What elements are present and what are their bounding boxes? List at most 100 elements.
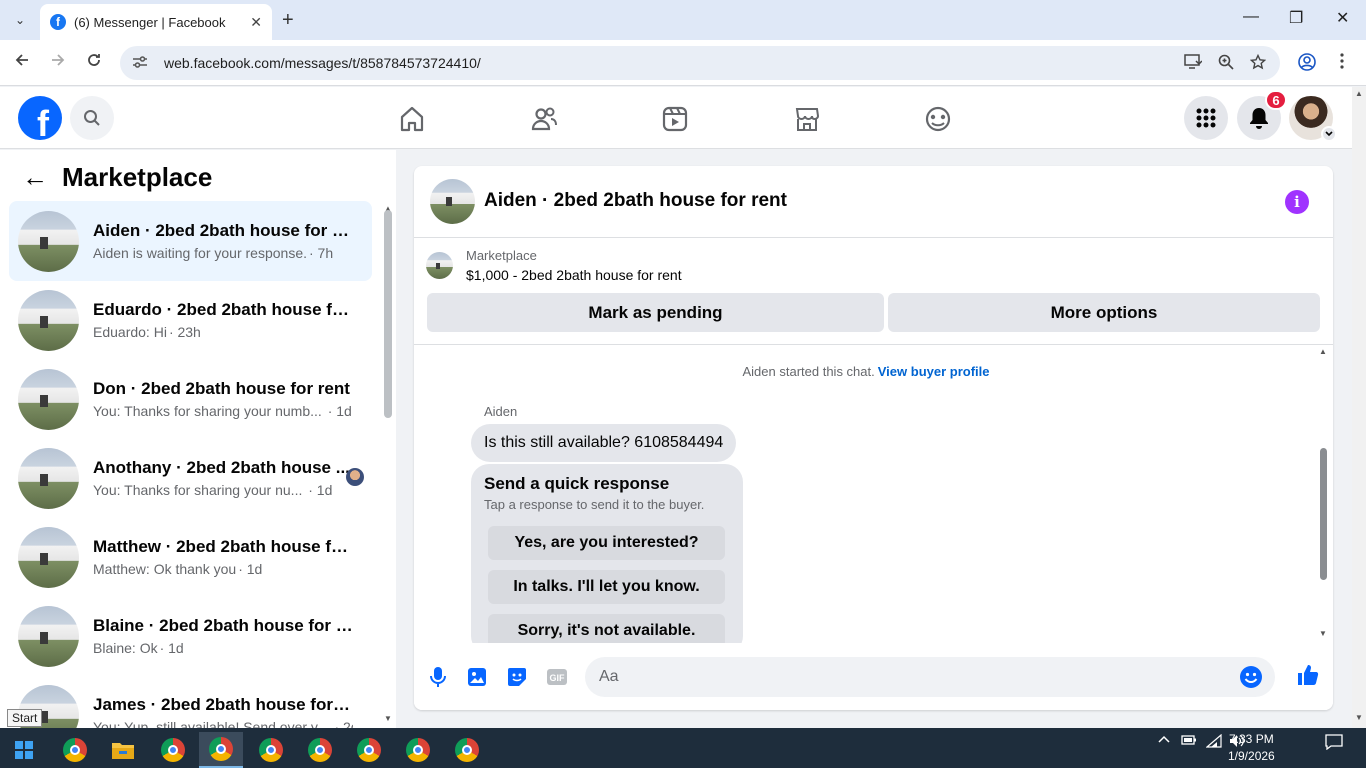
back-arrow-icon[interactable]: ← — [22, 162, 48, 193]
page-scrollbar[interactable]: ▲ ▼ — [1352, 87, 1366, 728]
conversation-item[interactable]: Don · 2bed 2bath house for rent You: Tha… — [9, 359, 372, 439]
chrome-taskbar-icon[interactable] — [53, 732, 97, 768]
marketplace-label: Marketplace — [466, 248, 537, 263]
message-input[interactable]: Aa — [585, 657, 1275, 697]
install-app-icon[interactable] — [1184, 54, 1203, 74]
quick-response-yes-button[interactable]: Yes, are you interested? — [488, 526, 725, 560]
conversation-item[interactable]: Blaine · 2bed 2bath house for rent Blain… — [9, 596, 372, 676]
page-scroll-down-icon[interactable]: ▼ — [1355, 713, 1363, 722]
close-window-button[interactable]: ✕ — [1336, 8, 1349, 28]
gif-icon[interactable]: GIF — [545, 665, 569, 689]
browser-tab-messenger[interactable]: f (6) Messenger | Facebook ✕ — [40, 4, 272, 40]
conversation-name: James · 2bed 2bath house for rent — [93, 695, 353, 714]
conversation-item[interactable]: Anothany · 2bed 2bath house ... You: Tha… — [9, 438, 372, 518]
conversation-preview: You: Yup, still available! Send over y..… — [93, 719, 329, 728]
site-info-icon[interactable] — [132, 55, 148, 72]
tray-chevron-up-icon[interactable] — [1158, 734, 1170, 749]
quick-response-in-talks-button[interactable]: In talks. I'll let you know. — [488, 570, 725, 604]
divider — [414, 344, 1333, 345]
listing-thumbnail — [18, 210, 79, 272]
conversation-item[interactable]: James · 2bed 2bath house for rent You: Y… — [9, 675, 372, 728]
back-icon[interactable] — [14, 52, 30, 73]
info-icon[interactable]: i — [1285, 190, 1309, 214]
browser-tab-bar: ⌄ f (6) Messenger | Facebook ✕ + — ❐ ✕ — [0, 0, 1366, 40]
reload-icon[interactable] — [86, 52, 102, 73]
conversation-preview: Aiden is waiting for your response. — [93, 245, 307, 261]
microphone-icon[interactable] — [426, 665, 450, 689]
page-scroll-up-icon[interactable]: ▲ — [1355, 89, 1363, 98]
listing-summary[interactable]: Marketplace $1,000 - 2bed 2bath house fo… — [426, 248, 682, 283]
taskbar-clock[interactable]: 7:33 PM 1/9/2026 — [1228, 731, 1275, 765]
chrome-taskbar-icon-active[interactable] — [199, 732, 243, 768]
forward-icon[interactable] — [50, 52, 66, 73]
minimize-button[interactable]: — — [1243, 8, 1259, 26]
conversation-preview: You: Thanks for sharing your numb... — [93, 403, 322, 419]
listing-thumbnail — [18, 447, 79, 509]
search-icon[interactable] — [70, 96, 114, 140]
view-buyer-profile-link[interactable]: View buyer profile — [878, 364, 990, 379]
account-avatar[interactable] — [1289, 96, 1337, 142]
chrome-taskbar-icon[interactable] — [151, 732, 195, 768]
sticker-icon[interactable] — [505, 665, 529, 689]
chat-header: Aiden · 2bed 2bath house for rent i — [414, 166, 1333, 238]
chrome-taskbar-icon[interactable] — [298, 732, 342, 768]
conversation-item[interactable]: Eduardo · 2bed 2bath house for ... Eduar… — [9, 280, 372, 360]
chat-scroll-up-icon[interactable]: ▲ — [1319, 347, 1327, 356]
chevron-down-icon[interactable] — [1321, 126, 1337, 142]
video-icon[interactable] — [660, 104, 690, 134]
emoji-icon[interactable] — [1239, 665, 1263, 694]
notification-center-icon[interactable] — [1325, 734, 1343, 753]
chrome-menu-icon[interactable] — [1340, 53, 1344, 74]
tab-close-icon[interactable]: ✕ — [250, 14, 262, 31]
photo-icon[interactable] — [465, 665, 489, 689]
menu-grid-icon[interactable] — [1184, 96, 1228, 140]
panel-title: Marketplace — [62, 162, 213, 192]
facebook-logo-icon[interactable]: f — [18, 96, 62, 140]
marketplace-icon[interactable] — [792, 104, 822, 134]
like-thumbs-up-icon[interactable] — [1296, 663, 1320, 687]
left-scrollbar-thumb[interactable] — [384, 210, 392, 418]
tab-title: (6) Messenger | Facebook — [74, 14, 226, 30]
chrome-taskbar-icon[interactable] — [396, 732, 440, 768]
more-options-button[interactable]: More options — [888, 293, 1320, 332]
profile-icon[interactable] — [1298, 53, 1316, 76]
gaming-icon[interactable] — [923, 104, 953, 134]
scroll-down-icon[interactable]: ▼ — [384, 714, 392, 723]
windows-start-icon[interactable] — [2, 732, 46, 768]
facebook-top-nav: f 6 — [0, 87, 1352, 149]
maximize-button[interactable]: ❐ — [1289, 8, 1303, 28]
conversation-time: · 7h — [309, 245, 334, 261]
tab-search-dropdown-icon[interactable]: ⌄ — [8, 8, 32, 32]
message-input-placeholder: Aa — [599, 668, 619, 685]
message-sender: Aiden — [484, 404, 518, 419]
conversation-item[interactable]: Aiden · 2bed 2bath house for rent Aiden … — [9, 201, 372, 281]
wifi-icon[interactable] — [1205, 733, 1222, 751]
chrome-taskbar-icon[interactable] — [347, 732, 391, 768]
file-explorer-icon[interactable] — [101, 732, 145, 768]
conversation-time: · 1d — [238, 561, 263, 577]
new-tab-button[interactable]: + — [282, 8, 294, 32]
chat-listing-thumbnail[interactable] — [430, 179, 475, 224]
notifications-bell-icon[interactable]: 6 — [1237, 90, 1287, 140]
conversation-name: Aiden · 2bed 2bath house for rent — [93, 221, 353, 240]
home-icon[interactable] — [397, 104, 427, 134]
friends-icon[interactable] — [529, 104, 559, 134]
zoom-icon[interactable] — [1218, 54, 1234, 74]
bookmark-star-icon[interactable] — [1249, 53, 1267, 74]
chrome-taskbar-icon[interactable] — [249, 732, 293, 768]
incoming-message-bubble[interactable]: Is this still available? 6108584494 — [471, 424, 737, 462]
battery-icon[interactable] — [1181, 734, 1197, 749]
conversation-preview: Matthew: Ok thank you — [93, 561, 237, 577]
chat-scrollbar-thumb[interactable] — [1320, 448, 1327, 580]
mark-as-pending-button[interactable]: Mark as pending — [427, 293, 884, 332]
conversation-item[interactable]: Matthew · 2bed 2bath house for... Matthe… — [9, 517, 372, 597]
conversation-preview: Blaine: Ok — [93, 640, 158, 656]
marketplace-conversation-list: ← Marketplace Aiden · 2bed 2bath house f… — [0, 150, 396, 728]
chat-title[interactable]: Aiden · 2bed 2bath house for rent — [484, 190, 787, 212]
url-input[interactable]: web.facebook.com/messages/t/858784573724… — [120, 46, 1280, 80]
chrome-taskbar-icon[interactable] — [445, 732, 489, 768]
chat-scroll-down-icon[interactable]: ▼ — [1319, 629, 1327, 638]
listing-thumbnail — [18, 289, 79, 351]
conversation-preview: You: Thanks for sharing your nu... — [93, 482, 303, 498]
conversation-time: · 23h — [168, 324, 201, 340]
